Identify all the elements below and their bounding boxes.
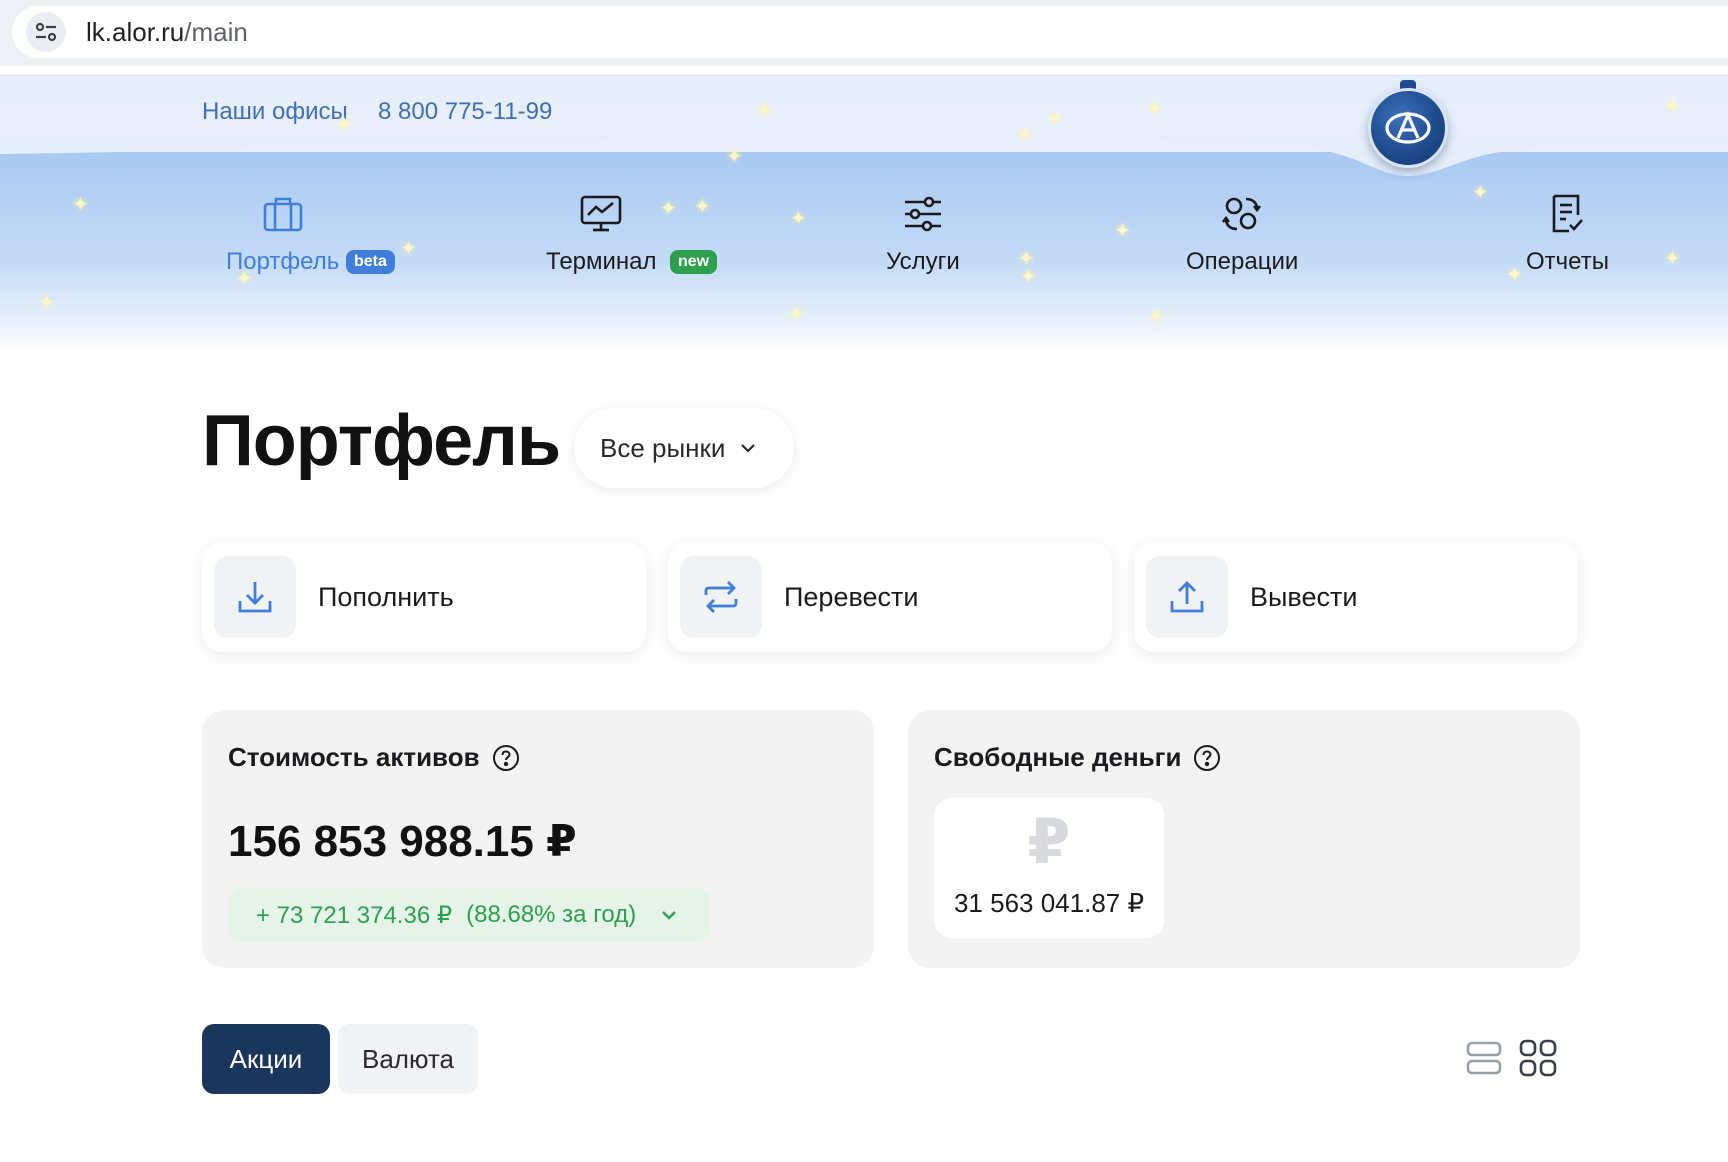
free-money-card: Свободные деньги ₽ 31 563 041.87 ₽ <box>908 710 1580 968</box>
exchange-icon <box>1218 190 1266 238</box>
upload-icon <box>1146 556 1228 638</box>
sparkle-icon: ✦ <box>1148 306 1165 328</box>
browser-address-bar: lk.alor.ru/main <box>0 0 1728 66</box>
nav-label: Терминал <box>546 248 657 275</box>
free-money-title-text: Свободные деньги <box>934 742 1182 772</box>
chevron-down-icon <box>741 444 756 453</box>
help-icon[interactable] <box>492 744 520 772</box>
sparkle-icon: ✦ <box>72 194 89 216</box>
header-curve <box>0 132 1728 176</box>
sparkle-icon: ✦ <box>1664 248 1681 270</box>
sparkle-icon: ✦ <box>694 196 711 218</box>
new-badge: new <box>670 250 718 274</box>
briefcase-icon <box>259 190 307 238</box>
sparkle-icon: ✦ <box>1046 108 1063 130</box>
gain-amount: + 73 721 374.36 ₽ <box>256 901 453 929</box>
page-title: Портфель <box>202 401 561 481</box>
nav-item-portfolio[interactable]: Портфель <box>226 190 339 276</box>
site-header: Наши офисы 8 800 775-11-99 ✦ ✦ ✦ ✦ ✦ ✦ ✦… <box>0 66 1728 350</box>
beta-badge: beta <box>346 250 395 274</box>
sliders-icon <box>899 190 947 238</box>
offices-link[interactable]: Наши офисы <box>202 98 348 126</box>
withdraw-label: Вывести <box>1250 581 1358 612</box>
assets-title: Стоимость активов <box>228 742 520 773</box>
transfer-icon <box>680 556 762 638</box>
sparkle-icon: ✦ <box>1472 182 1489 204</box>
sparkle-icon: ✦ <box>790 208 807 230</box>
market-filter-value: Все рынки <box>600 432 726 463</box>
sparkle-icon: ✦ <box>38 292 55 314</box>
nav-label: Услуги <box>886 248 960 275</box>
sparkle-icon: ✦ <box>400 238 417 260</box>
report-icon <box>1543 190 1591 238</box>
chart-monitor-icon <box>577 190 625 238</box>
gain-percent: (88.68% за год) <box>466 901 637 928</box>
assets-value-card: Стоимость активов 156 853 988.15 ₽ + 73 … <box>202 710 874 968</box>
sparkle-icon: ✦ <box>1664 96 1681 118</box>
tune-icon[interactable] <box>26 12 66 52</box>
grid-view-icon[interactable] <box>1516 1036 1560 1080</box>
nav-item-terminal[interactable]: Терминал <box>546 190 657 276</box>
deposit-label: Пополнить <box>318 581 454 612</box>
sparkle-icon: ✦ <box>726 146 743 168</box>
deposit-button[interactable]: Пополнить <box>202 542 646 652</box>
sparkle-icon: ✦ <box>660 198 677 220</box>
transfer-button[interactable]: Перевести <box>668 542 1112 652</box>
sparkle-icon: ✦ <box>756 100 773 122</box>
sparkle-icon: ✦ <box>1016 124 1033 146</box>
tab-stocks[interactable]: Акции <box>202 1024 330 1094</box>
rub-balance-tile[interactable]: ₽ 31 563 041.87 ₽ <box>934 798 1164 938</box>
sparkle-icon: ✦ <box>788 304 805 326</box>
rub-balance-value: 31 563 041.87 ₽ <box>953 888 1145 918</box>
chevron-down-icon <box>662 911 677 920</box>
nav-item-services[interactable]: Услуги <box>886 190 960 276</box>
sparkle-icon: ✦ <box>1146 98 1163 120</box>
phone-link[interactable]: 8 800 775-11-99 <box>378 98 552 126</box>
sparkle-icon: ✦ <box>336 114 353 136</box>
help-icon[interactable] <box>1193 744 1221 772</box>
list-view-icon[interactable] <box>1462 1036 1506 1080</box>
sparkle-icon: ✦ <box>1114 220 1131 242</box>
nav-label: Отчеты <box>1526 248 1609 275</box>
transfer-label: Перевести <box>784 581 919 612</box>
nav-label: Операции <box>1186 248 1299 275</box>
assets-title-text: Стоимость активов <box>228 742 480 772</box>
assets-gain-toggle[interactable]: + 73 721 374.36 ₽ (88.68% за год) <box>228 888 710 942</box>
tab-currency[interactable]: Валюта <box>338 1024 478 1094</box>
alor-logo-icon[interactable] <box>1368 88 1448 168</box>
nav-item-reports[interactable]: Отчеты <box>1526 190 1609 276</box>
nav-label: Портфель <box>226 248 340 275</box>
url-text: lk.alor.ru/main <box>86 16 248 47</box>
sparkle-icon: ✦ <box>1506 264 1523 286</box>
download-icon <box>214 556 296 638</box>
withdraw-button[interactable]: Вывести <box>1134 542 1578 652</box>
url-field[interactable]: lk.alor.ru/main <box>12 6 1728 58</box>
market-filter-select[interactable]: Все рынки <box>574 408 794 488</box>
nav-item-operations[interactable]: Операции <box>1186 190 1298 276</box>
ruble-icon: ₽ <box>1027 808 1071 877</box>
assets-value: 156 853 988.15 ₽ <box>228 817 577 866</box>
free-money-title: Свободные деньги <box>934 742 1221 773</box>
sparkle-icon: ✦ <box>1020 266 1037 288</box>
